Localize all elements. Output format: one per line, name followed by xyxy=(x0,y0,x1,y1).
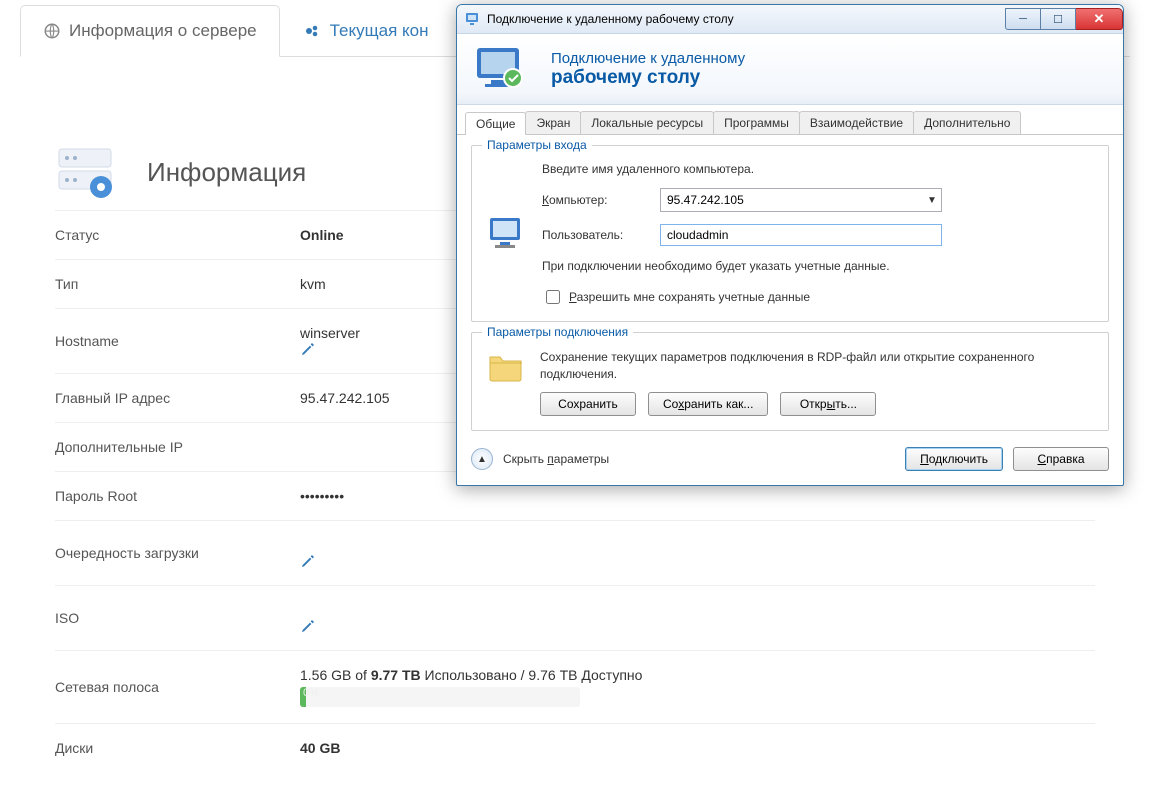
status-label: Статус xyxy=(55,227,300,243)
dtab-advanced[interactable]: Дополнительно xyxy=(913,111,1021,134)
save-as-button[interactable]: Сохранить как... xyxy=(648,392,768,416)
save-creds-label: Разрешить мне сохранять учетные данные xyxy=(569,290,810,304)
network-progress: 0% xyxy=(300,687,580,707)
collapse-icon[interactable]: ▲ xyxy=(471,448,493,470)
tab-current-config[interactable]: Текущая кон xyxy=(280,5,451,56)
iso-label: ISO xyxy=(55,610,300,626)
disks-label: Диски xyxy=(55,740,300,756)
rdp-app-icon xyxy=(465,11,481,27)
type-label: Тип xyxy=(55,276,300,292)
folder-icon xyxy=(486,349,526,385)
connection-params-legend: Параметры подключения xyxy=(482,325,633,339)
close-button[interactable]: ✕ xyxy=(1076,8,1123,30)
computer-label: Компьютер: xyxy=(542,193,652,207)
login-params-legend: Параметры входа xyxy=(482,138,592,152)
combo-arrow-icon[interactable]: ▼ xyxy=(923,195,941,206)
hide-params-link[interactable]: Скрыть параметры xyxy=(503,452,609,466)
server-icon xyxy=(55,145,125,200)
computer-icon xyxy=(486,214,534,254)
network-label: Сетевая полоса xyxy=(55,679,300,695)
dtab-experience[interactable]: Взаимодействие xyxy=(799,111,914,134)
edit-bootorder-icon[interactable] xyxy=(300,553,1095,569)
user-label: Пользователь: xyxy=(542,228,652,242)
tab-label: Информация о сервере xyxy=(69,21,257,41)
dialog-tabs: Общие Экран Локальные ресурсы Программы … xyxy=(457,105,1123,135)
bootorder-value xyxy=(300,537,1095,569)
save-creds-row: Разрешить мне сохранять учетные данные xyxy=(542,287,1094,307)
dtab-programs[interactable]: Программы xyxy=(713,111,800,134)
user-input[interactable] xyxy=(660,224,942,246)
edit-iso-icon[interactable] xyxy=(300,618,1095,634)
dialog-footer: ▲ Скрыть параметры Подключить Справка xyxy=(457,437,1123,485)
prompt-text: Введите имя удаленного компьютера. xyxy=(542,162,1094,176)
section-title: Информация xyxy=(147,157,306,188)
connect-button[interactable]: Подключить xyxy=(905,447,1003,471)
hostname-label: Hostname xyxy=(55,333,300,349)
globe-icon xyxy=(43,22,61,40)
network-progress-fill: 0% xyxy=(300,687,306,707)
mainip-label: Главный IP адрес xyxy=(55,390,300,406)
rootpw-value: ••••••••• xyxy=(300,488,1095,504)
connection-desc: Сохранение текущих параметров подключени… xyxy=(540,349,1094,383)
iso-value xyxy=(300,602,1095,634)
row-disks: Диски 40 GB xyxy=(55,723,1095,772)
computer-input[interactable] xyxy=(661,193,923,207)
bootorder-label: Очередность загрузки xyxy=(55,545,300,561)
help-button[interactable]: Справка xyxy=(1013,447,1109,471)
computer-combo[interactable]: ▼ xyxy=(660,188,942,212)
save-button[interactable]: Сохранить xyxy=(540,392,636,416)
titlebar[interactable]: Подключение к удаленному рабочему столу … xyxy=(457,5,1123,34)
connection-params-group: Параметры подключения Сохранение текущих… xyxy=(471,332,1109,432)
banner-title: Подключение к удаленному рабочему столу xyxy=(551,50,745,89)
row-iso: ISO xyxy=(55,585,1095,650)
addip-label: Дополнительные IP xyxy=(55,439,300,455)
disks-value: 40 GB xyxy=(300,740,1095,756)
row-bootorder: Очередность загрузки xyxy=(55,520,1095,585)
dtab-local-resources[interactable]: Локальные ресурсы xyxy=(580,111,714,134)
dtab-screen[interactable]: Экран xyxy=(525,111,581,134)
dtab-general[interactable]: Общие xyxy=(465,112,526,135)
save-creds-checkbox[interactable] xyxy=(546,290,560,304)
minimize-button[interactable]: ─ xyxy=(1005,8,1041,30)
rdp-dialog: Подключение к удаленному рабочему столу … xyxy=(456,4,1124,486)
gears-icon xyxy=(302,22,322,40)
rootpw-label: Пароль Root xyxy=(55,488,300,504)
window-title: Подключение к удаленному рабочему столу xyxy=(487,12,1005,26)
maximize-button[interactable]: ☐ xyxy=(1041,8,1076,30)
network-value: 1.56 GB of 9.77 TB Использовано / 9.76 T… xyxy=(300,667,1095,707)
tab-label: Текущая кон xyxy=(330,21,429,41)
login-params-group: Параметры входа Введите имя удаленного к… xyxy=(471,145,1109,322)
open-button[interactable]: Открыть... xyxy=(780,392,876,416)
tab-server-info[interactable]: Информация о сервере xyxy=(20,5,280,57)
rdp-monitor-icon xyxy=(473,44,533,94)
dialog-banner: Подключение к удаленному рабочему столу xyxy=(457,34,1123,105)
row-network: Сетевая полоса 1.56 GB of 9.77 TB Исполь… xyxy=(55,650,1095,723)
credentials-note: При подключении необходимо будет указать… xyxy=(542,258,1094,275)
